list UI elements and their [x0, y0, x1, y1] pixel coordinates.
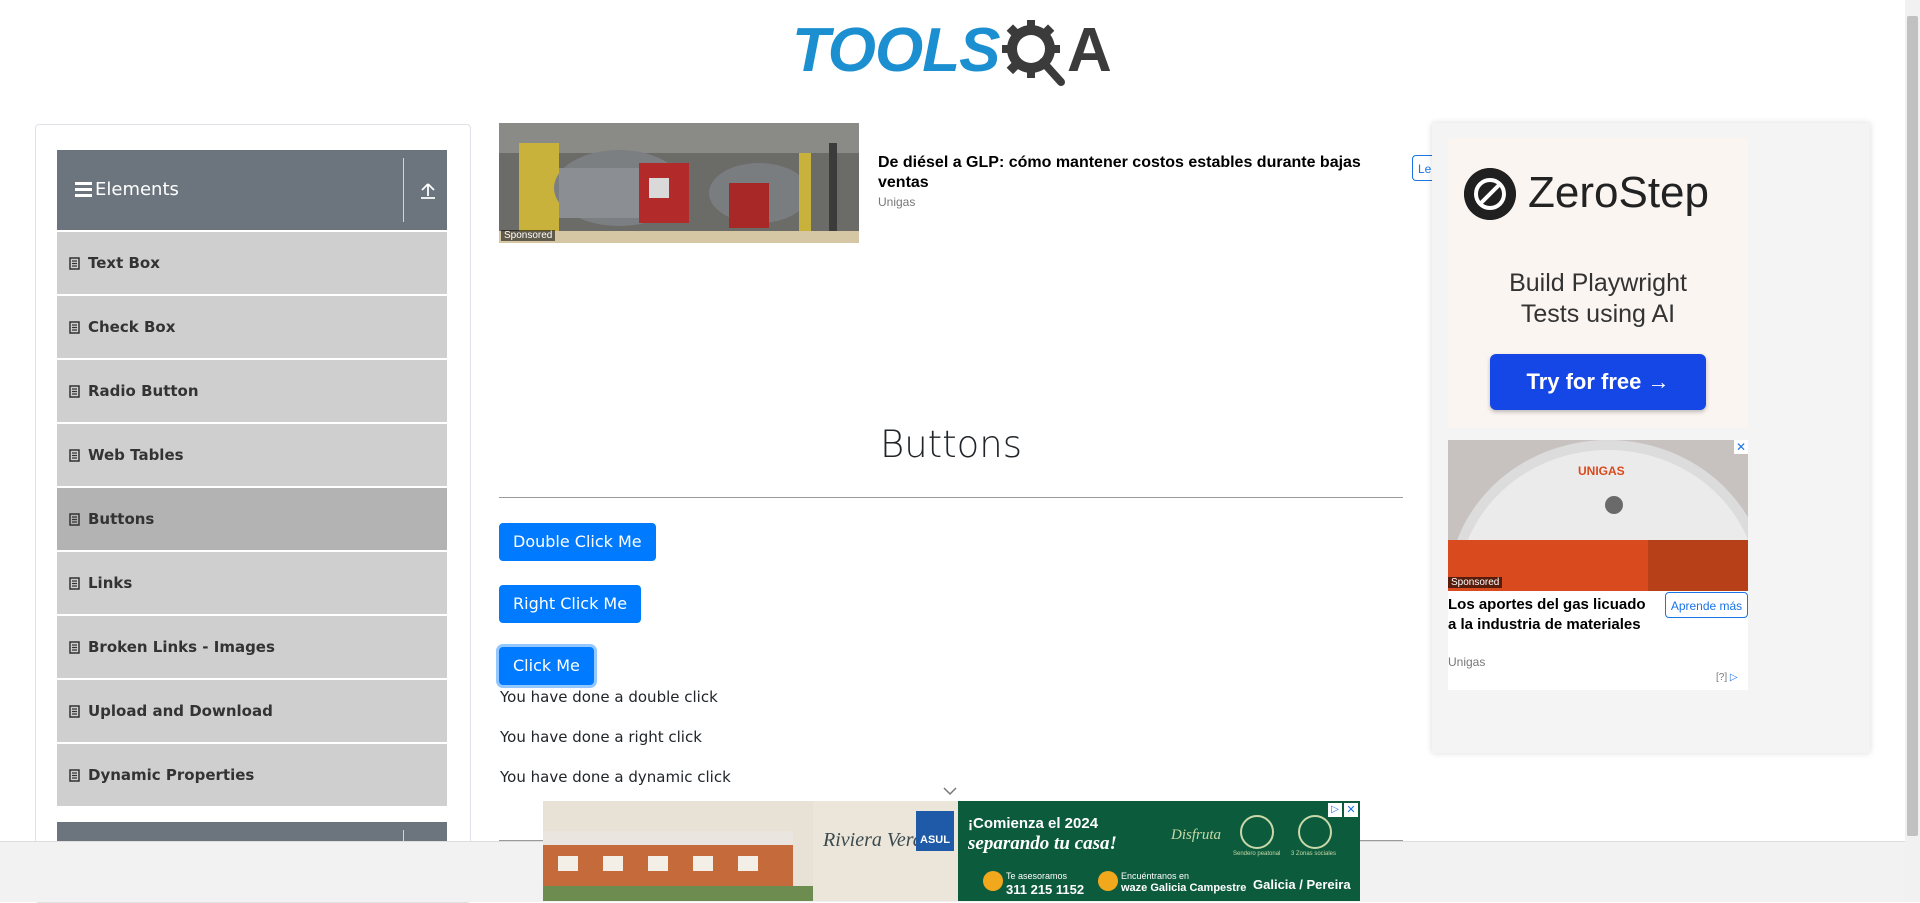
double-click-message: You have done a double click — [500, 688, 718, 706]
sidebar-item-links[interactable]: Links — [57, 552, 447, 614]
sponsored-ad-right: ZeroStep Build Playwright Tests using AI… — [1432, 123, 1870, 753]
zerostep-brand: ZeroStep — [1528, 168, 1709, 217]
click-me-button[interactable]: Click Me — [499, 647, 594, 685]
document-icon — [69, 512, 80, 526]
sidebar-item-check-box[interactable]: Check Box — [57, 296, 447, 358]
ad-headline-1: ¡Comienza el 2024 — [968, 815, 1099, 832]
sidebar-item-text-box[interactable]: Text Box — [57, 232, 447, 294]
header-divider — [403, 158, 404, 222]
social-zone-caption: 3 Zonas sociales — [1291, 851, 1337, 857]
page-scrollbar[interactable] — [1905, 0, 1920, 901]
disfruta-label: Disfruta — [1171, 827, 1222, 843]
whatsapp-icon — [983, 871, 1003, 891]
social-zone-icon — [1298, 815, 1332, 849]
sidebar-item-dynamic-properties[interactable]: Dynamic Properties — [57, 744, 447, 806]
gas-tank-image: UNIGAS — [1448, 440, 1748, 591]
sidebar-item-broken-links[interactable]: Broken Links - Images — [57, 616, 447, 678]
left-sidebar: Elements Text Box Check Box Radio Button… — [35, 124, 471, 903]
zerostep-tagline-line1: Build Playwright — [1509, 269, 1687, 297]
document-icon — [69, 448, 80, 462]
collapse-up-icon[interactable] — [419, 180, 437, 200]
zerostep-ad[interactable]: ZeroStep Build Playwright Tests using AI… — [1448, 138, 1748, 428]
waze-icon — [1098, 871, 1118, 891]
logo-text-tools: TOOLS — [792, 16, 1000, 85]
sidebar-item-label: Upload and Download — [88, 702, 273, 720]
zerostep-logo-icon — [1464, 168, 1516, 220]
walking-path-icon — [1240, 815, 1274, 849]
sidebar-item-label: Web Tables — [88, 446, 184, 464]
document-icon — [69, 320, 80, 334]
sidebar-item-buttons[interactable]: Buttons — [57, 488, 447, 550]
ad-image-boiler[interactable]: Sponsored — [499, 123, 859, 243]
waze-location: waze Galicia Campestre — [1121, 882, 1247, 894]
walking-path-caption: Sendero peatonal — [1233, 851, 1281, 857]
scrollbar-thumb[interactable] — [1907, 16, 1918, 836]
waze-label: Encuéntranos en — [1121, 871, 1190, 881]
ad-brand[interactable]: Unigas — [878, 195, 915, 209]
group-title: Elements — [95, 179, 179, 200]
document-icon — [69, 384, 80, 398]
sidebar-item-label: Links — [88, 574, 133, 592]
sidebar-item-web-tables[interactable]: Web Tables — [57, 424, 447, 486]
sponsored-label: Sponsored — [1448, 577, 1503, 588]
zerostep-tagline: Build Playwright Tests using AI — [1448, 268, 1748, 330]
document-icon — [69, 704, 80, 718]
ad-headline[interactable]: De diésel a GLP: cómo mantener costos es… — [878, 153, 1398, 193]
document-icon — [69, 640, 80, 654]
right-click-message: You have done a right click — [500, 728, 702, 746]
sidebar-item-label: Text Box — [88, 254, 160, 272]
aprende-mas-button[interactable]: Aprende más — [1665, 592, 1748, 618]
double-click-button[interactable]: Double Click Me — [499, 523, 656, 561]
sidebar-item-label: Buttons — [88, 510, 155, 528]
unigas-brand[interactable]: Unigas — [1448, 655, 1485, 669]
unigas-ad-image[interactable]: UNIGAS — [1448, 440, 1748, 591]
gear-magnifier-icon — [1002, 20, 1065, 86]
logo-text-a: A — [1067, 16, 1112, 85]
info-label: [?] — [1716, 672, 1728, 683]
document-icon — [69, 768, 80, 782]
sidebar-item-radio-button[interactable]: Radio Button — [57, 360, 447, 422]
page-title: Buttons — [879, 423, 1023, 466]
phone-label: Te asesoramos — [1006, 871, 1068, 881]
sidebar-item-label: Broken Links - Images — [88, 638, 275, 656]
unigas-ad[interactable]: UNIGAS ✕ Sponsored Los aportes del gas l… — [1448, 440, 1748, 690]
adchoices-icon[interactable]: ▷ — [1328, 803, 1342, 817]
sponsored-label: Sponsored — [501, 230, 556, 241]
elements-menu: Text Box Check Box Radio Button Web Tabl… — [57, 232, 447, 808]
title-divider — [499, 497, 1403, 498]
ad-headline-2: separando tu casa! — [968, 833, 1117, 854]
unigas-headline[interactable]: Los aportes del gas licuado a la industr… — [1448, 595, 1648, 635]
close-icon[interactable]: ✕ — [1344, 803, 1358, 817]
sponsored-ad-top[interactable]: Sponsored De diésel a GLP: cómo mantener… — [499, 123, 1442, 243]
elements-group-header[interactable]: Elements — [57, 150, 447, 230]
document-icon — [69, 576, 80, 590]
zerostep-tagline-line2: Tests using AI — [1520, 300, 1676, 328]
sidebar-item-label: Dynamic Properties — [88, 766, 255, 784]
city-label: Galicia / Pereira — [1253, 877, 1351, 892]
toolsqa-logo[interactable]: TOOLS A — [792, 14, 1116, 90]
sticky-bottom-ad[interactable]: Riviera Verde ASUL ¡Comienza el 2024 sep… — [543, 801, 1360, 901]
try-for-free-button[interactable]: Try for free → — [1490, 354, 1706, 410]
hamburger-icon — [75, 182, 92, 200]
sidebar-item-upload-download[interactable]: Upload and Download — [57, 680, 447, 742]
adchoices-info[interactable]: [?] ▷ — [1716, 672, 1738, 683]
adchoices-icon: ▷ — [1729, 672, 1738, 683]
phone-number: 311 215 1152 — [1006, 882, 1085, 897]
townhouses-image — [543, 801, 813, 901]
chevron-down-icon[interactable] — [943, 786, 957, 796]
document-icon — [69, 256, 80, 270]
close-icon[interactable]: ✕ — [1734, 440, 1748, 454]
asul-logo: ASUL — [916, 811, 954, 851]
right-click-button[interactable]: Right Click Me — [499, 585, 642, 623]
unigas-logo-text: UNIGAS — [1578, 464, 1625, 478]
sidebar-item-label: Check Box — [88, 318, 176, 336]
boiler-room-image — [499, 123, 859, 243]
housing-photo — [543, 801, 813, 901]
sidebar-item-label: Radio Button — [88, 382, 199, 400]
dynamic-click-message: You have done a dynamic click — [500, 768, 731, 786]
